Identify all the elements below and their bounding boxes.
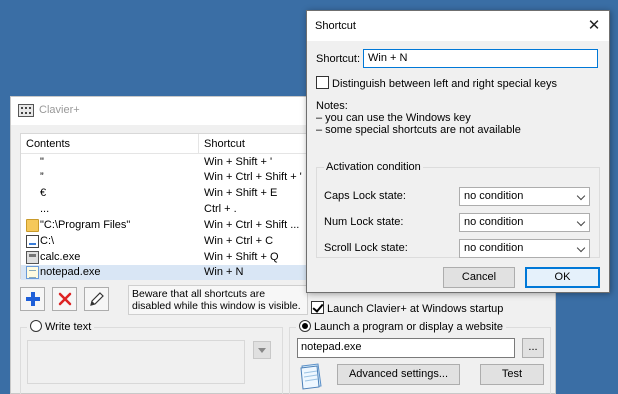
notes-line: – you can use the Windows key (316, 112, 471, 124)
checkbox-checked[interactable] (311, 301, 324, 314)
launch-program-group: Launch a program or display a website no… (289, 320, 551, 394)
notes-title: Notes: (316, 100, 348, 112)
list-row[interactable]: C:\ Win + Ctrl + C (21, 234, 309, 249)
list-row[interactable]: € Win + Shift + E (21, 186, 309, 201)
row-content: ” (40, 171, 44, 183)
notepad-icon (26, 266, 39, 279)
write-text-group: Write text (20, 320, 283, 394)
caps-lock-select[interactable]: no condition (459, 187, 590, 206)
launch-program-label: Launch a program or display a website (314, 321, 503, 333)
launch-startup-label: Launch Clavier+ at Windows startup (327, 303, 504, 315)
drive-icon (26, 235, 39, 248)
shortcut-list[interactable]: Contents Shortcut " Win + Shift + ' ” Wi… (20, 133, 310, 280)
activation-condition-group: Activation condition Caps Lock state: no… (316, 161, 600, 258)
row-shortcut: Win + Shift + Q (204, 251, 279, 263)
edit-shortcut-button[interactable] (84, 287, 109, 311)
checkbox-unchecked[interactable] (316, 76, 329, 89)
program-path-input[interactable]: notepad.exe (297, 338, 515, 358)
list-header: Contents Shortcut (21, 134, 309, 154)
notes-text: Notes: – you can use the Windows key – s… (316, 100, 521, 136)
folder-icon (26, 219, 39, 232)
write-text-area[interactable] (27, 340, 245, 384)
close-icon[interactable]: ✕ (579, 11, 609, 41)
row-content: C:\ (40, 235, 55, 247)
column-header-contents[interactable]: Contents (26, 138, 70, 150)
delete-shortcut-button[interactable] (52, 287, 77, 311)
distinguish-keys-checkbox[interactable]: Distinguish between left and right speci… (316, 76, 557, 90)
write-text-label: Write text (45, 321, 92, 333)
scroll-lock-label: Scroll Lock state: (324, 242, 408, 254)
notes-line: – some special shortcuts are not availab… (316, 124, 521, 136)
shortcut-dialog: Shortcut ✕ Shortcut: Win + N Distinguish… (306, 10, 610, 293)
radio-unselected[interactable] (30, 320, 42, 332)
row-shortcut: Win + N (204, 266, 244, 278)
list-row[interactable]: " Win + Shift + ' (21, 155, 309, 170)
notepad-large-icon (300, 363, 322, 390)
shortcut-input[interactable]: Win + N (363, 49, 598, 68)
advanced-settings-button[interactable]: Advanced settings... (337, 364, 460, 385)
list-row[interactable]: calc.exe Win + Shift + Q (21, 250, 309, 265)
row-shortcut: Win + Ctrl + Shift ... (204, 219, 300, 231)
row-content: € (40, 187, 47, 199)
list-row[interactable]: ” Win + Ctrl + Shift + ' (21, 170, 309, 185)
ok-button[interactable]: OK (525, 267, 600, 288)
row-content: " (40, 156, 44, 168)
test-button[interactable]: Test (480, 364, 544, 385)
launch-startup-checkbox[interactable]: Launch Clavier+ at Windows startup (311, 301, 503, 315)
row-content: notepad.exe (40, 266, 101, 278)
row-content: ... (40, 203, 50, 215)
caps-lock-label: Caps Lock state: (324, 190, 406, 202)
column-header-shortcut[interactable]: Shortcut (204, 138, 245, 150)
row-shortcut: Win + Ctrl + C (204, 235, 274, 247)
num-lock-select[interactable]: no condition (459, 213, 590, 232)
radio-selected[interactable] (299, 320, 311, 332)
row-shortcut: Win + Shift + ' (204, 156, 273, 168)
row-content: "C:\Program Files" (40, 219, 131, 231)
list-row[interactable]: ... Ctrl + . (21, 202, 309, 217)
distinguish-keys-label: Distinguish between left and right speci… (332, 78, 558, 90)
calculator-icon (26, 251, 39, 264)
list-row[interactable]: "C:\Program Files" Win + Ctrl + Shift ..… (21, 218, 309, 233)
activation-condition-title: Activation condition (324, 161, 423, 173)
pencil-icon (90, 292, 104, 306)
write-text-menu-button[interactable] (253, 341, 271, 359)
keyboard-app-icon (18, 104, 34, 117)
add-shortcut-button[interactable] (20, 287, 45, 311)
row-shortcut: Ctrl + . (204, 203, 237, 215)
cancel-button[interactable]: Cancel (443, 267, 515, 288)
dialog-title-bar: Shortcut ✕ (307, 11, 609, 41)
plus-icon (26, 292, 40, 306)
column-separator[interactable] (198, 134, 199, 154)
row-shortcut: Win + Shift + E (204, 187, 278, 199)
browse-button[interactable]: ... (522, 338, 544, 358)
delete-x-icon (58, 292, 72, 306)
list-row-selected[interactable]: notepad.exe Win + N (21, 265, 309, 280)
num-lock-label: Num Lock state: (324, 216, 404, 228)
launch-program-radio[interactable]: Launch a program or display a website (296, 320, 506, 333)
row-shortcut: Win + Ctrl + Shift + ' (204, 171, 302, 183)
row-content: calc.exe (40, 251, 81, 263)
shortcut-label: Shortcut: (316, 53, 361, 65)
main-window-title: Clavier+ (39, 104, 80, 116)
disabled-shortcuts-warning: Beware that all shortcuts are disabled w… (128, 285, 308, 315)
scroll-lock-select[interactable]: no condition (459, 239, 590, 258)
dialog-title: Shortcut (315, 20, 356, 32)
write-text-radio[interactable]: Write text (27, 320, 95, 333)
